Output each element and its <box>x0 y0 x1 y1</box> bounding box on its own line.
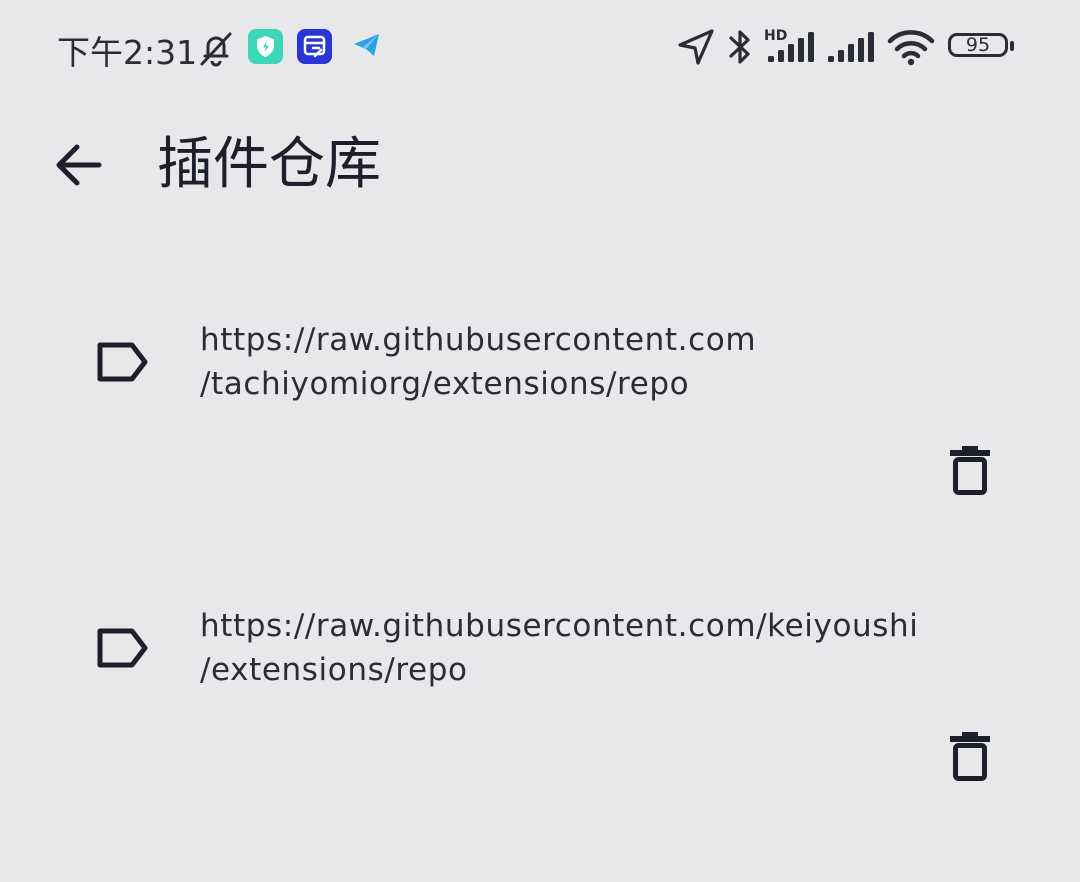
battery-indicator: 95 <box>948 33 1018 61</box>
repo-url-line1: https://raw.githubusercontent.com <box>200 322 757 358</box>
repo-url-line1: https://raw.githubusercontent.com/keiyou… <box>200 608 919 644</box>
trash-icon <box>950 732 990 781</box>
label-icon <box>97 342 148 382</box>
repo-url: https://raw.githubusercontent.com /tachi… <box>200 318 1000 406</box>
arrow-back-icon <box>56 144 102 186</box>
trash-icon <box>950 446 990 495</box>
repo-list-item: https://raw.githubusercontent.com/keiyou… <box>0 596 1080 882</box>
bookkeeping-app-icon <box>297 29 332 64</box>
location-arrow-icon <box>678 29 714 65</box>
bluetooth-icon <box>729 30 750 64</box>
repo-url: https://raw.githubusercontent.com/keiyou… <box>200 604 1000 692</box>
back-button[interactable] <box>40 132 116 198</box>
delete-repo-button[interactable] <box>936 436 1004 504</box>
page-title: 插件仓库 <box>157 132 381 197</box>
telegram-icon <box>354 34 379 56</box>
repo-list-item: https://raw.githubusercontent.com /tachi… <box>0 310 1080 596</box>
delete-repo-button[interactable] <box>936 722 1004 790</box>
battery-level: 95 <box>965 34 991 56</box>
repo-url-line2: /tachiyomiorg/extensions/repo <box>200 366 690 402</box>
status-time: 下午2:31 <box>57 33 198 72</box>
shield-app-icon <box>248 29 283 64</box>
bell-muted-icon <box>200 32 232 67</box>
app-bar: 插件仓库 <box>0 110 1080 220</box>
battery-tip <box>1010 41 1014 51</box>
repo-url-line2: /extensions/repo <box>200 652 468 688</box>
wifi-icon <box>887 30 935 66</box>
label-icon <box>97 628 148 668</box>
signal-strength-icon-2 <box>828 32 874 62</box>
status-bar: 下午2:31 HD 95 <box>0 0 1080 96</box>
signal-strength-icon-1 <box>768 32 814 62</box>
